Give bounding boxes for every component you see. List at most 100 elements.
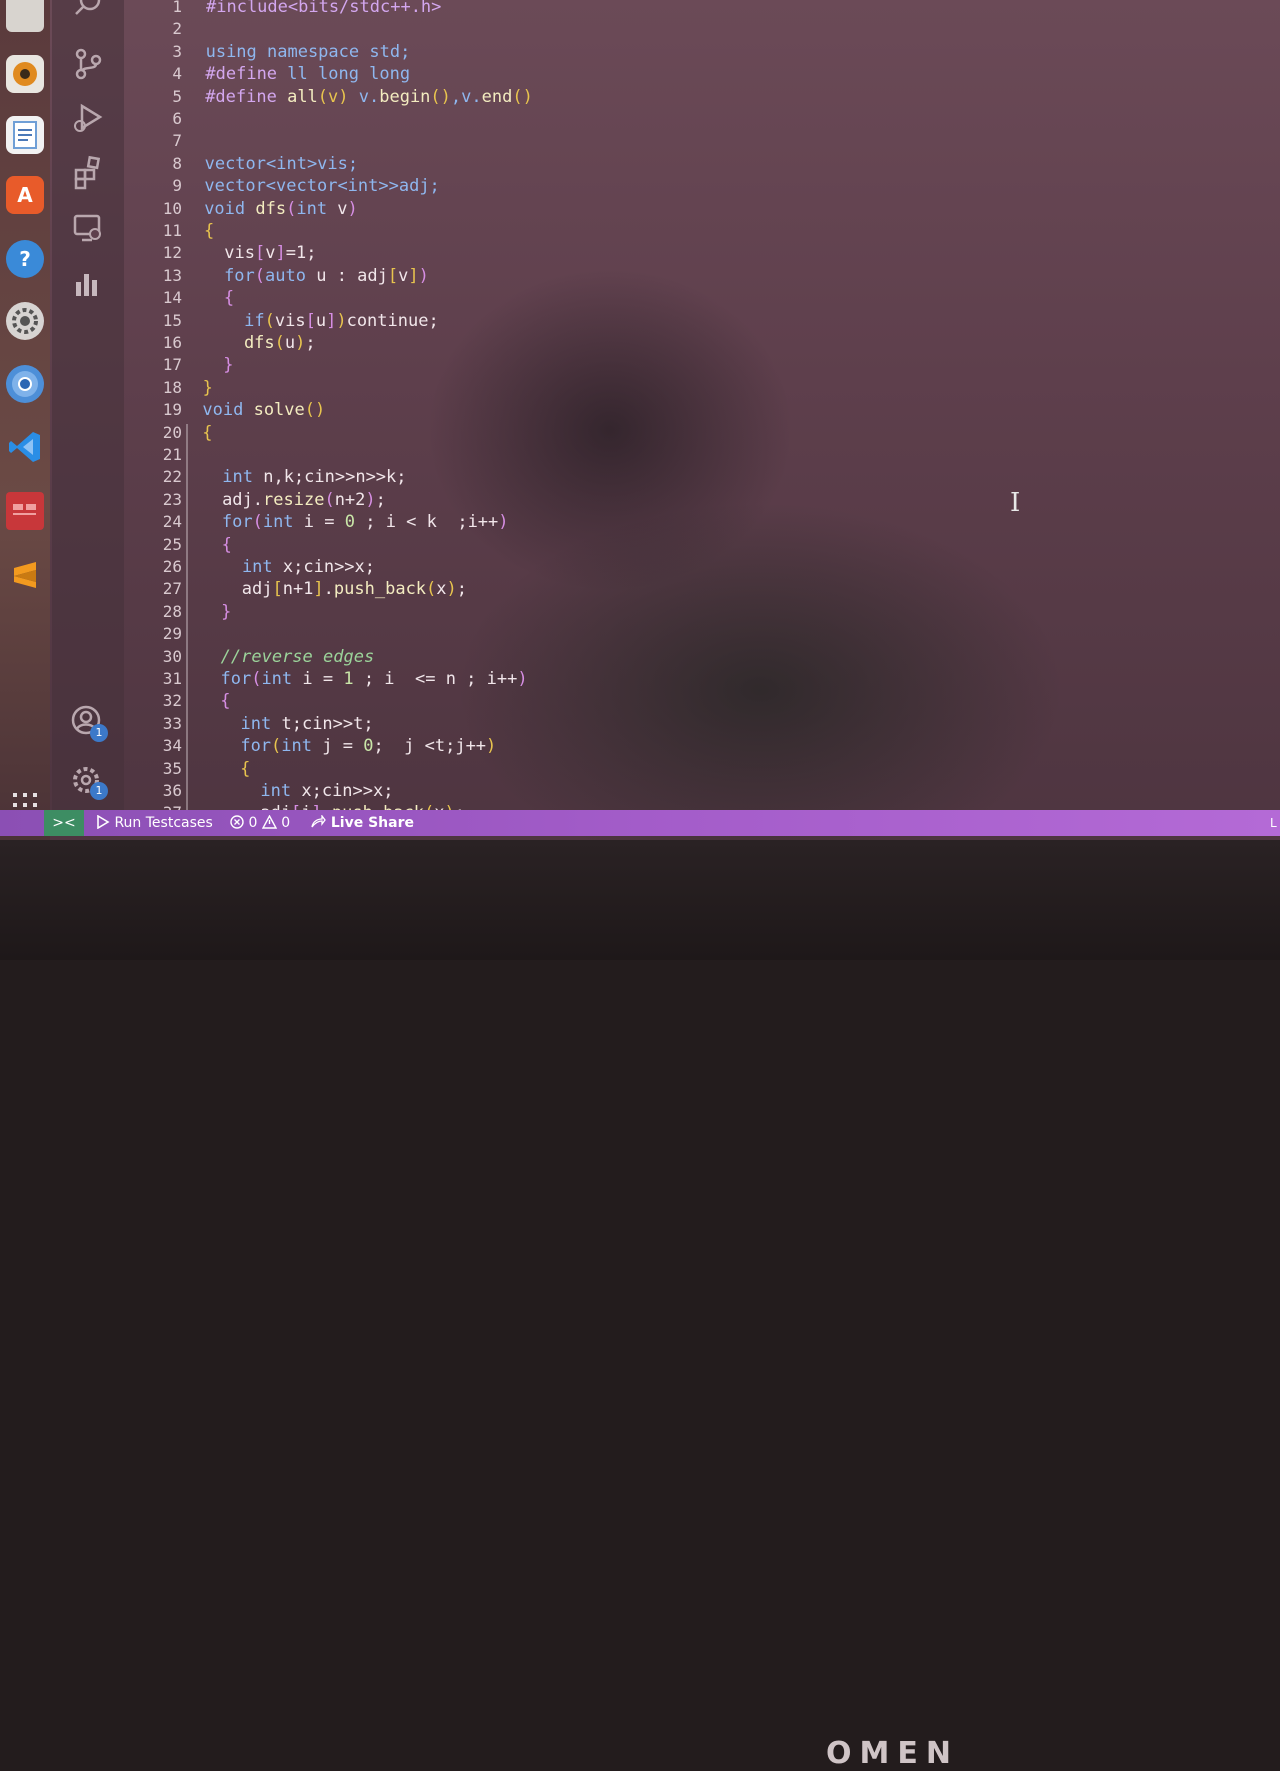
- code-line[interactable]: vector<int>vis;: [205, 153, 359, 175]
- code-line[interactable]: for(int i = 1 ; i <= n ; i++): [200, 668, 528, 690]
- line-number: 6: [172, 109, 182, 128]
- remote-indicator[interactable]: ><: [44, 810, 84, 836]
- source-control-icon[interactable]: [70, 46, 106, 82]
- settings-icon[interactable]: [6, 302, 44, 340]
- code-token: ; i < k ;i++: [354, 512, 499, 533]
- code-line[interactable]: int t;cin>>t;: [200, 713, 374, 735]
- code-line[interactable]: #define all(v) v.begin(),v.end(): [205, 86, 533, 108]
- live-share-button[interactable]: Live Share: [310, 810, 414, 836]
- line-number: 35: [162, 758, 182, 778]
- manage-gear-icon[interactable]: 1: [70, 764, 108, 800]
- code-token: for: [199, 736, 272, 757]
- sublime-text-icon[interactable]: [6, 556, 44, 594]
- presentation-icon[interactable]: [6, 492, 44, 530]
- code-line[interactable]: void solve(): [202, 399, 325, 421]
- problems-indicator[interactable]: 0 0: [230, 810, 290, 836]
- code-token: (: [254, 265, 266, 286]
- code-line[interactable]: #include<bits/stdc++.h>: [206, 0, 441, 18]
- code-token: }: [202, 377, 213, 398]
- code-token: ): [336, 310, 347, 331]
- code-line[interactable]: int n,k;cin>>n>>k;: [202, 466, 406, 488]
- code-token: v: [398, 265, 409, 286]
- line-number: 5: [172, 86, 182, 106]
- code-line[interactable]: {: [202, 422, 212, 444]
- line-number: 22: [162, 467, 182, 487]
- code-token: dfs: [255, 198, 287, 219]
- run-debug-icon[interactable]: [70, 100, 106, 136]
- charts-icon[interactable]: [70, 266, 106, 302]
- code-token: 0: [344, 512, 355, 533]
- code-token: 0: [363, 736, 374, 757]
- code-line[interactable]: {: [203, 287, 234, 309]
- code-line[interactable]: for(int j = 0; j <t;j++): [199, 735, 496, 757]
- line-number: 28: [162, 601, 182, 621]
- play-icon: [97, 814, 110, 830]
- code-line[interactable]: for(int i = 0 ; i < k ;i++): [201, 511, 509, 533]
- accounts-badge: 1: [90, 724, 108, 742]
- files-icon[interactable]: [6, 0, 44, 32]
- line-number: 12: [162, 243, 182, 263]
- code-token: t;cin>>t;: [281, 713, 374, 734]
- line-number: 20: [162, 422, 182, 442]
- code-line[interactable]: //reverse edges: [200, 646, 375, 668]
- line-number: 34: [162, 736, 182, 756]
- software-center-icon[interactable]: A: [6, 176, 44, 214]
- vscode-icon[interactable]: [6, 428, 44, 466]
- code-token: all: [287, 86, 318, 107]
- code-line[interactable]: adj.resize(n+2);: [202, 489, 386, 511]
- code-token: (v): [317, 86, 359, 107]
- code-token: adj: [200, 579, 273, 600]
- code-line[interactable]: {: [200, 690, 230, 712]
- code-line[interactable]: }: [203, 377, 213, 399]
- text-editor-icon[interactable]: [6, 116, 44, 154]
- code-line[interactable]: {: [201, 534, 232, 556]
- line-number: 26: [162, 557, 182, 576]
- line-number: 32: [162, 691, 182, 711]
- run-testcases-button[interactable]: Run Testcases: [96, 810, 213, 836]
- code-line[interactable]: }: [203, 354, 233, 376]
- code-line[interactable]: #define ll long long: [205, 63, 410, 85]
- code-line[interactable]: using namespace std;: [206, 41, 411, 63]
- warning-icon: [261, 814, 278, 829]
- search-icon[interactable]: [70, 0, 106, 22]
- code-token: {: [201, 534, 232, 555]
- help-icon[interactable]: ?: [6, 240, 44, 278]
- chromium-icon[interactable]: [6, 365, 44, 403]
- code-token: ]: [408, 265, 419, 286]
- code-line[interactable]: dfs(u);: [203, 332, 316, 354]
- code-token: ): [498, 512, 509, 533]
- code-token: {: [199, 758, 251, 779]
- code-token: n+1: [282, 579, 314, 600]
- code-line[interactable]: int x;cin>>x;: [199, 780, 393, 802]
- remote-icon: ><: [52, 815, 76, 831]
- rhythmbox-icon[interactable]: [6, 55, 44, 93]
- code-token: for: [201, 512, 253, 533]
- code-line[interactable]: {: [204, 220, 214, 242]
- code-line[interactable]: for(auto u : adj[v]): [204, 265, 429, 287]
- code-editor[interactable]: 1 2 3 4 5 6 7 8 9 10 11 12 13 14 15 16 17 18 19 20 21 22 23 24 2…: [124, 0, 1280, 823]
- code-token: (: [271, 736, 282, 757]
- code-token: ]: [313, 579, 324, 600]
- accounts-icon[interactable]: 1: [70, 704, 108, 742]
- code-line[interactable]: {: [199, 758, 250, 780]
- code-token: push_back: [333, 579, 427, 600]
- code-line[interactable]: adj[n+1].push_back(x);: [201, 578, 467, 600]
- code-line[interactable]: void dfs(int v): [204, 198, 358, 220]
- code-token: resize: [263, 489, 325, 510]
- code-token: void: [202, 400, 254, 421]
- code-line[interactable]: vis[v]=1;: [204, 242, 316, 264]
- code-token: [: [272, 579, 283, 600]
- code-line[interactable]: vector<vector<int>>adj;: [204, 175, 439, 197]
- extensions-icon[interactable]: [70, 154, 106, 190]
- code-token: ]: [326, 310, 337, 331]
- code-token: }: [200, 601, 232, 622]
- code-line[interactable]: if(vis[u])continue;: [203, 310, 439, 332]
- remote-explorer-icon[interactable]: [70, 210, 106, 246]
- code-line[interactable]: int x;cin>>x;: [201, 556, 375, 578]
- code-token: ): [517, 669, 528, 689]
- line-number: 3: [172, 41, 182, 61]
- status-bar: >< Run Testcases 0 0 Live Share L: [0, 810, 1280, 836]
- line-number: 16: [162, 333, 182, 352]
- code-token: #include<bits/stdc++.h>: [206, 0, 442, 17]
- code-line[interactable]: }: [200, 601, 232, 623]
